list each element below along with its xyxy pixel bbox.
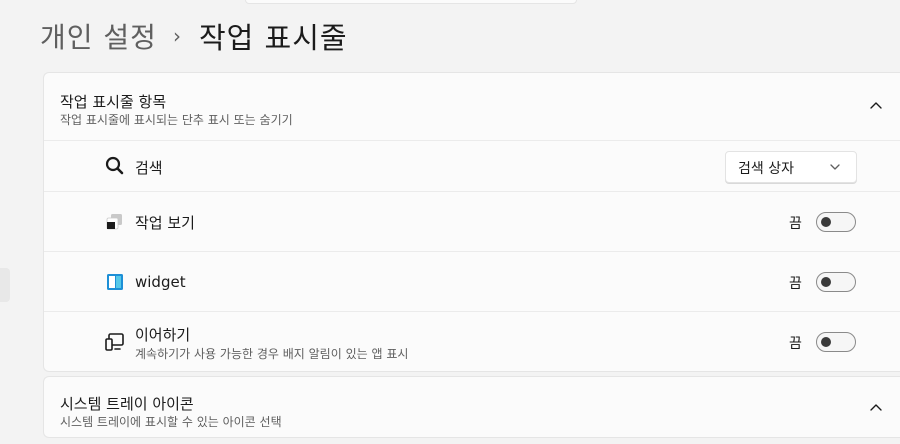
breadcrumb: 개인 설정 › 작업 표시줄 (40, 14, 348, 58)
setting-label: 작업 보기 (135, 214, 195, 232)
chevron-up-icon[interactable] (866, 397, 886, 417)
widget-toggle[interactable] (816, 272, 856, 292)
section-subtitle: 시스템 트레이에 표시할 수 있는 아이콘 선택 (60, 415, 282, 429)
setting-row-widget: widget 끔 (44, 251, 900, 312)
setting-row-continuity: 이어하기 계속하기가 사용 가능한 경우 배지 알림이 있는 앱 표시 끔 (44, 311, 900, 371)
toggle-knob (821, 337, 831, 347)
toggle-knob (821, 277, 831, 287)
toggle-knob (821, 217, 831, 227)
breadcrumb-parent[interactable]: 개인 설정 (40, 16, 157, 56)
page-title: 작업 표시줄 (198, 21, 348, 55)
system-tray-header[interactable]: 시스템 트레이 아이콘 시스템 트레이에 표시할 수 있는 아이콘 선택 (44, 377, 900, 444)
continuity-toggle[interactable] (816, 332, 856, 352)
widget-icon (107, 274, 123, 290)
taskbar-items-header[interactable]: 작업 표시줄 항목 작업 표시줄에 표시되는 단추 표시 또는 숨기기 (44, 73, 900, 140)
search-icon (105, 156, 124, 175)
section-subtitle: 작업 표시줄에 표시되는 단추 표시 또는 숨기기 (60, 113, 293, 127)
section-title: 시스템 트레이 아이콘 (60, 395, 194, 413)
setting-label: 이어하기 (135, 326, 191, 344)
dropdown-value: 검색 상자 (738, 161, 794, 177)
nav-pane-edge[interactable] (0, 268, 10, 302)
setting-row-task-view: 작업 보기 끔 (44, 191, 900, 252)
chevron-down-icon (830, 164, 840, 170)
setting-label: 검색 (135, 159, 163, 177)
search-mode-dropdown[interactable]: 검색 상자 (725, 151, 857, 183)
toggle-state-label: 끔 (789, 336, 802, 352)
toggle-state-label: 끔 (789, 276, 802, 292)
breadcrumb-separator: › (172, 24, 181, 48)
top-bar (0, 0, 900, 10)
continuity-icon (105, 333, 124, 351)
search-box-edge[interactable] (245, 0, 577, 4)
chevron-up-icon[interactable] (866, 95, 886, 115)
taskbar-items-section: 작업 표시줄 항목 작업 표시줄에 표시되는 단추 표시 또는 숨기기 검색 검… (43, 72, 900, 372)
setting-label: widget (135, 273, 186, 291)
system-tray-section: 시스템 트레이 아이콘 시스템 트레이에 표시할 수 있는 아이콘 선택 (43, 376, 900, 438)
setting-row-search: 검색 검색 상자 (44, 140, 900, 192)
task-view-toggle[interactable] (816, 212, 856, 232)
task-view-icon (106, 214, 122, 230)
setting-description: 계속하기가 사용 가능한 경우 배지 알림이 있는 앱 표시 (135, 347, 409, 361)
section-title: 작업 표시줄 항목 (60, 93, 167, 111)
toggle-state-label: 끔 (789, 216, 802, 232)
